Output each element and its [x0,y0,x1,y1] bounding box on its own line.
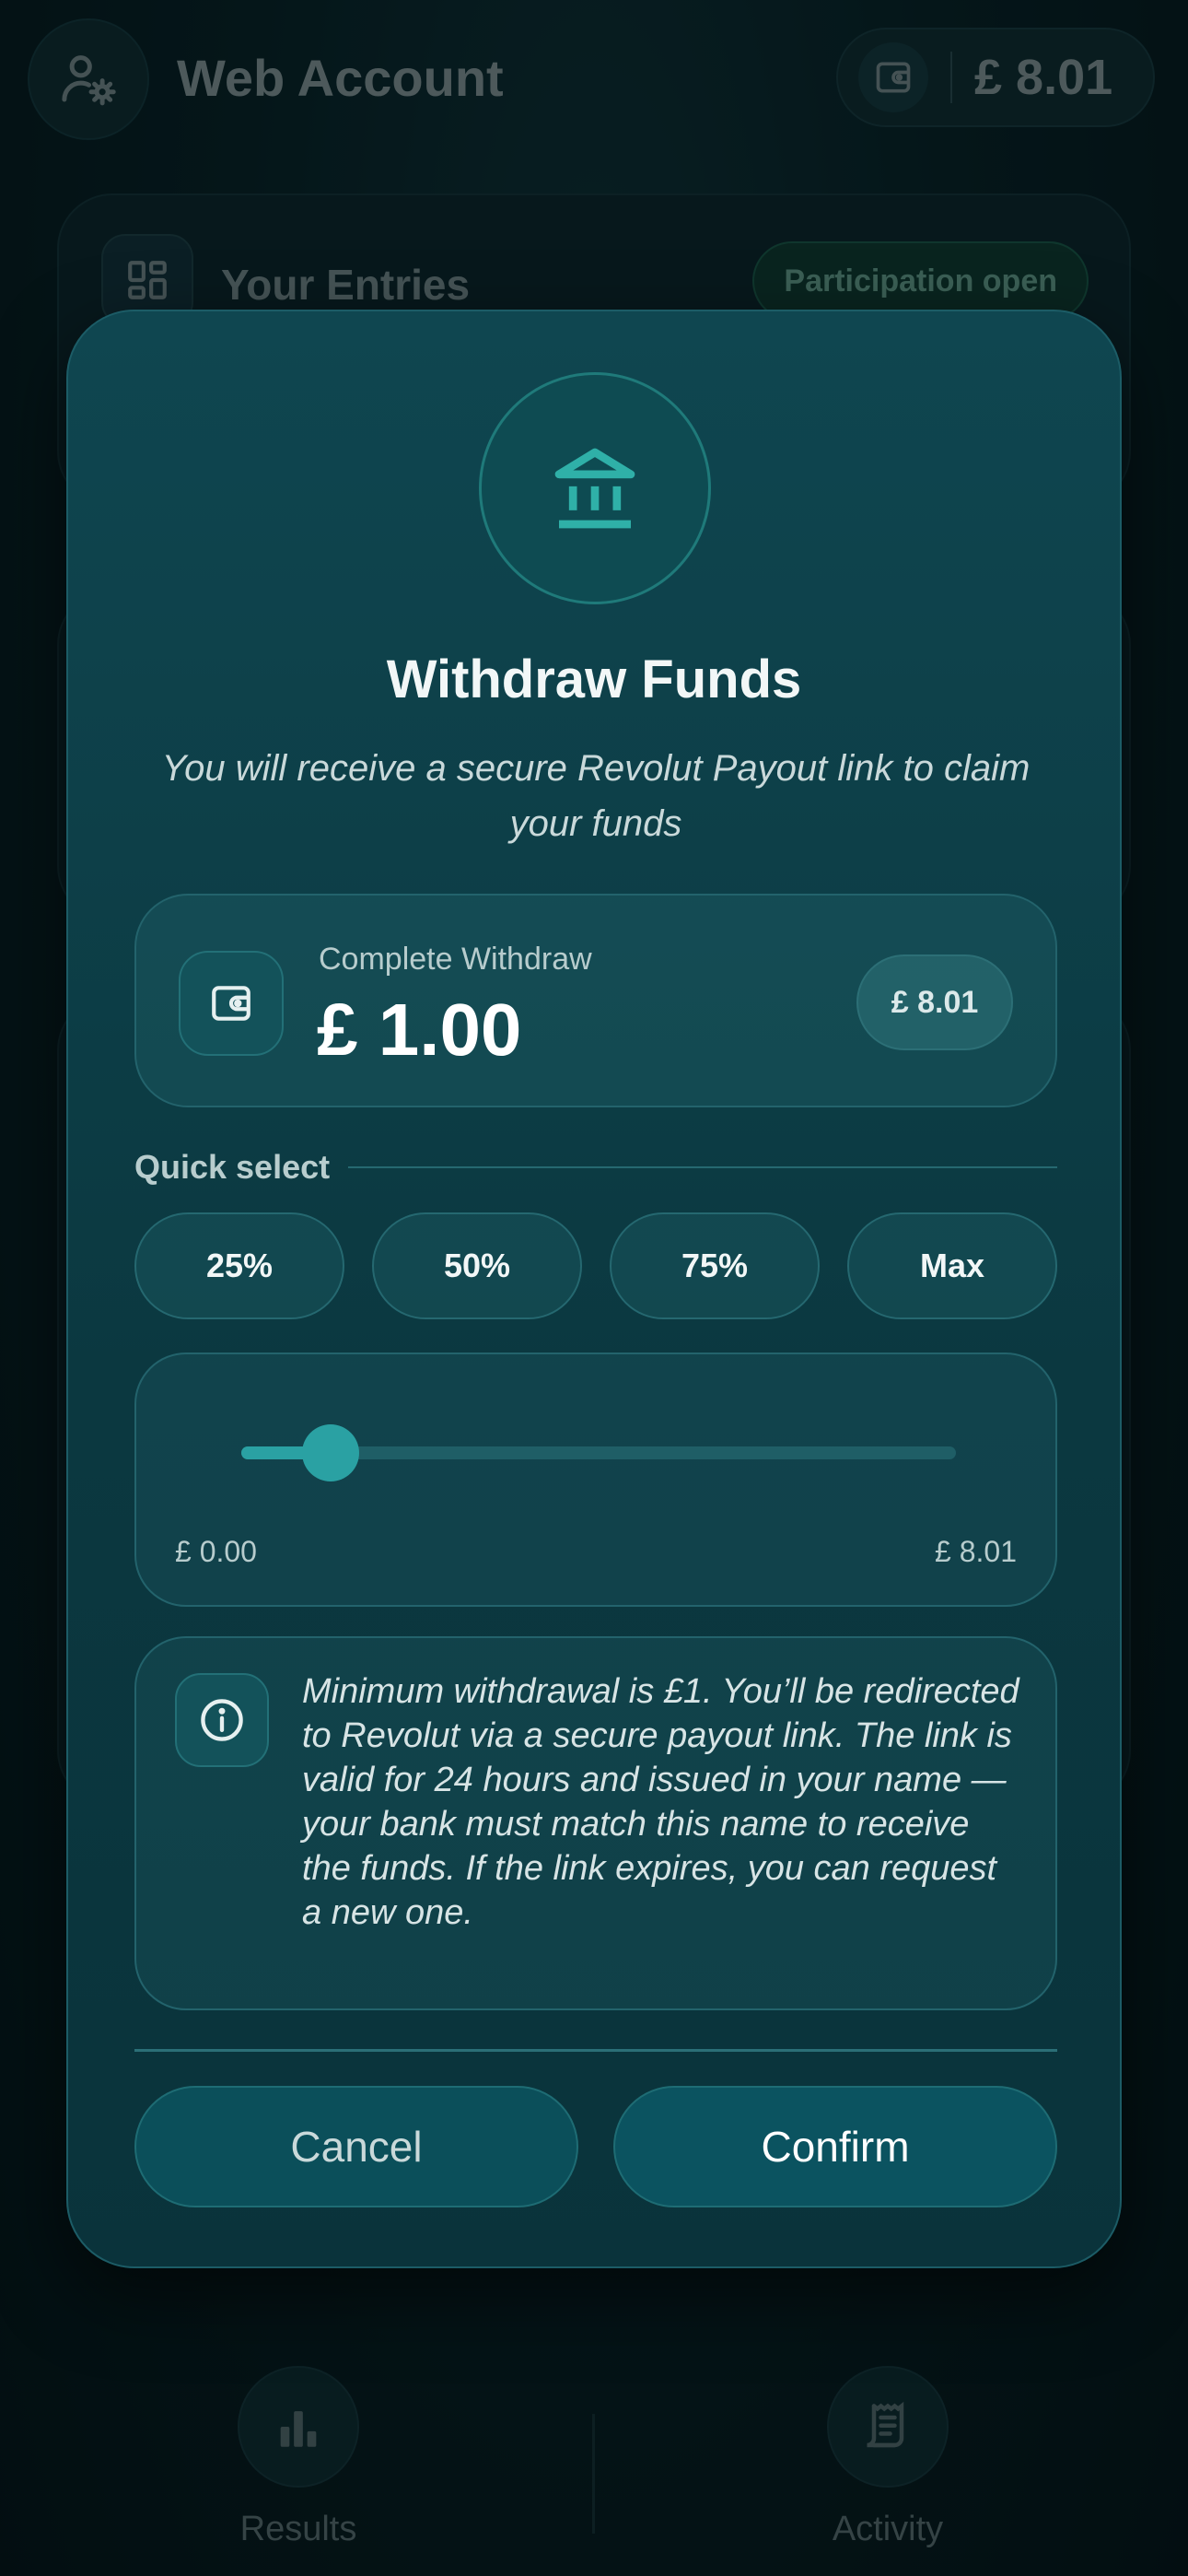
modal-title: Withdraw Funds [386,650,802,709]
bank-icon [479,372,711,604]
amount-slider[interactable] [241,1424,956,1481]
slider-min-label: £ 0.00 [175,1535,257,1568]
amount-label: Complete Withdraw [319,942,592,977]
amount-card: Complete Withdraw £ 1.00 £ 8.01 [134,894,1057,1107]
max-balance-button[interactable]: £ 8.01 [856,954,1013,1050]
confirm-button[interactable]: Confirm [613,2086,1057,2207]
amount-value: £ 1.00 [317,989,522,1071]
amount-slider-card: £ 0.00 £ 8.01 [134,1352,1057,1607]
info-text: Minimum withdrawal is £1. You’ll be redi… [302,1672,1019,1932]
quick-select-75-button[interactable]: 75% [610,1212,820,1319]
quick-select-label: Quick select [134,1148,331,1186]
modal-subtitle: You will receive a secure Revolut Payout… [161,748,1031,844]
quick-select-row: 25% 50% 75% Max [134,1212,1057,1319]
slider-thumb[interactable] [302,1424,359,1481]
info-card: Minimum withdrawal is £1. You’ll be redi… [134,1636,1057,2010]
quick-select-50-button[interactable]: 50% [372,1212,582,1319]
info-icon [175,1673,269,1767]
cancel-button[interactable]: Cancel [134,2086,578,2207]
footer-divider [134,2049,1057,2052]
wallet-icon [179,951,284,1056]
quick-select-max-button[interactable]: Max [847,1212,1057,1319]
quick-select-25-button[interactable]: 25% [134,1212,344,1319]
withdraw-modal: Withdraw Funds You will receive a secure… [66,310,1122,2268]
slider-max-label: £ 8.01 [935,1535,1017,1568]
quick-select-divider [348,1166,1057,1168]
